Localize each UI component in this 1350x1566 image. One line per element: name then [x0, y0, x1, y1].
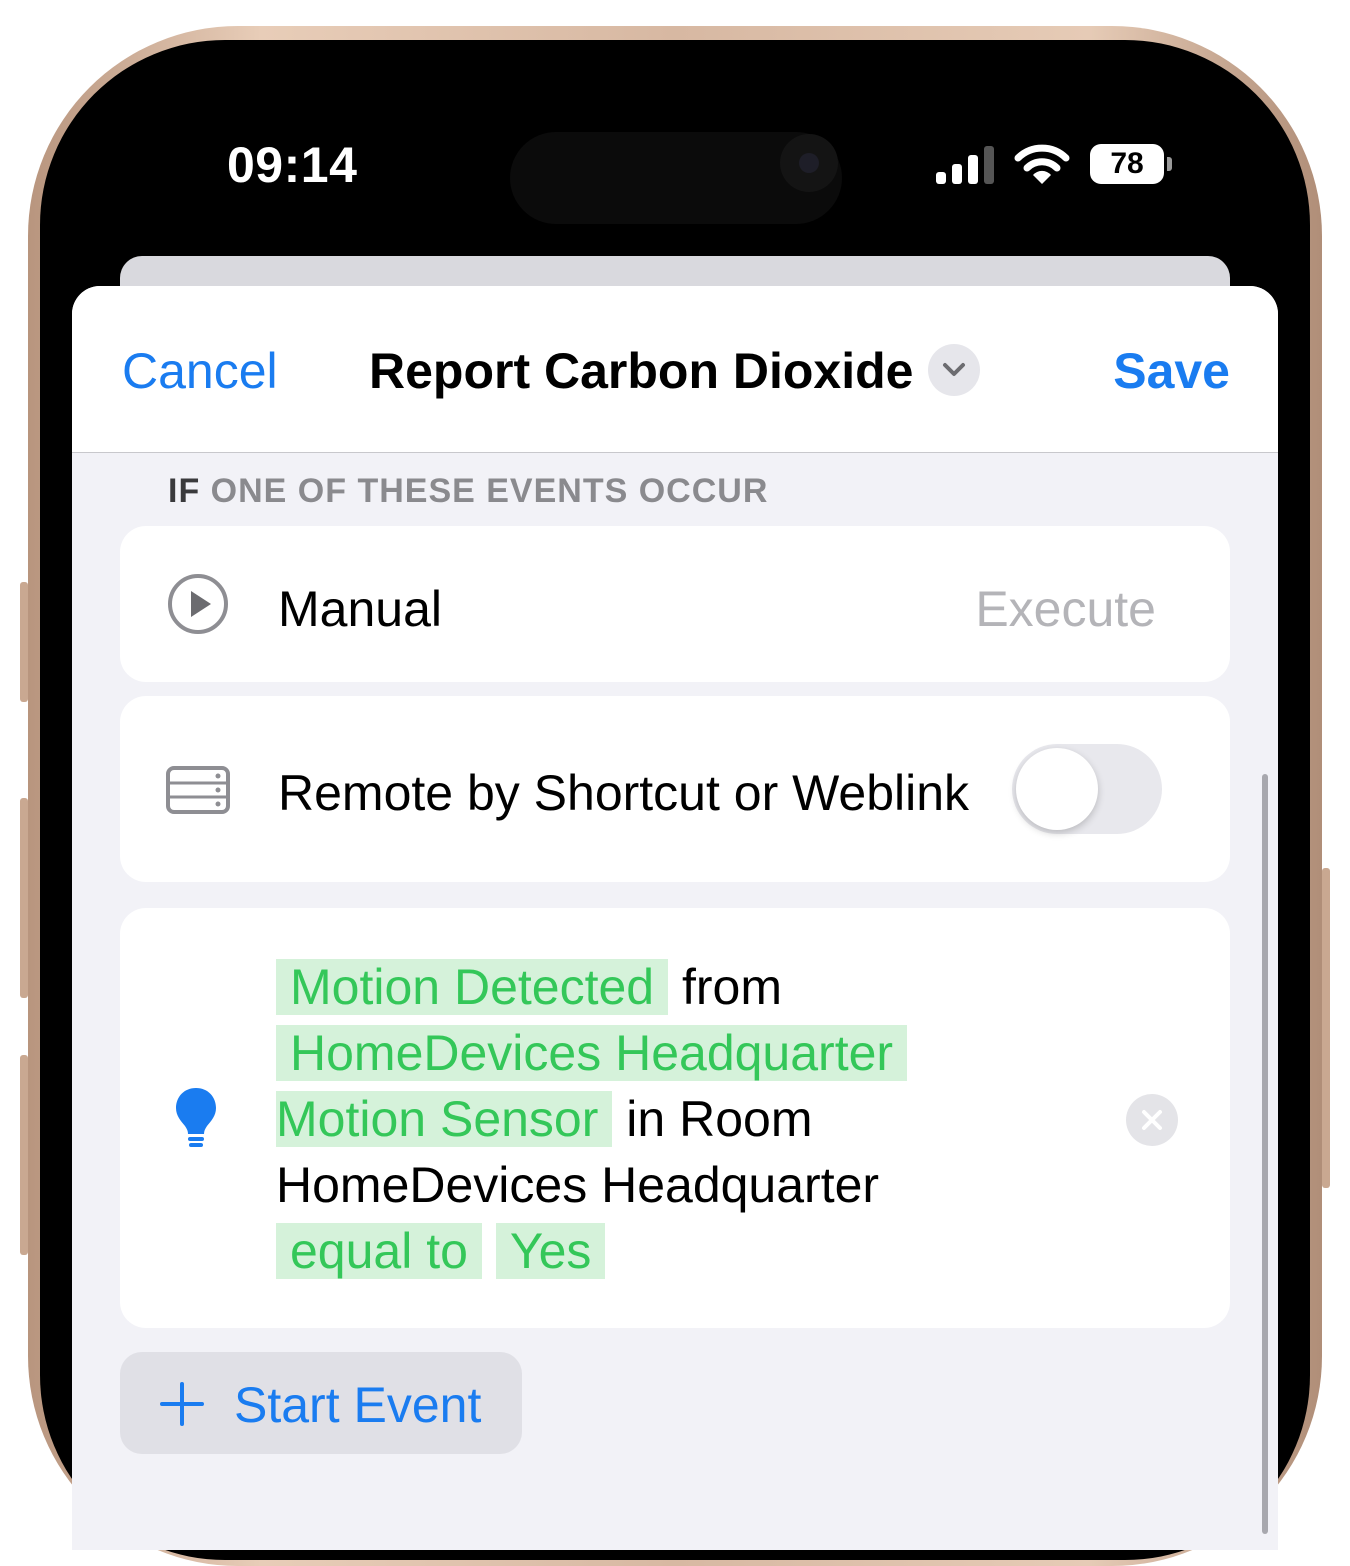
section-header: IF ONE OF THESE EVENTS OCCUR [168, 472, 768, 511]
save-button[interactable]: Save [1113, 342, 1230, 400]
front-camera [780, 134, 838, 192]
status-time: 09:14 [227, 137, 358, 193]
plus-icon [160, 1382, 204, 1426]
page-title[interactable]: Report Carbon Dioxide [369, 342, 913, 400]
wifi-icon [1014, 144, 1070, 184]
volume-up-button [20, 798, 28, 998]
section-header-text: ONE OF THESE EVENTS OCCUR [200, 472, 769, 510]
chevron-down-icon [943, 363, 965, 376]
room-name: HomeDevices Headquarter [276, 1157, 880, 1213]
comparator-token[interactable]: equal to [276, 1223, 482, 1279]
remote-event-label: Remote by Shortcut or Weblink [278, 765, 970, 821]
title-menu-button[interactable] [928, 344, 980, 396]
device-token-line2[interactable]: Motion Sensor [276, 1091, 613, 1147]
volume-down-button [20, 1055, 28, 1255]
motion-event-card[interactable]: Motion Detected from HomeDevices Headqua… [120, 908, 1230, 1328]
from-word: from [682, 959, 782, 1015]
scrollbar[interactable] [1262, 774, 1268, 1534]
battery-percent: 78 [1110, 147, 1144, 180]
execute-button[interactable]: Execute [975, 580, 1156, 638]
manual-event-card[interactable]: Manual Execute [120, 526, 1230, 682]
battery-icon: 78 [1090, 144, 1172, 184]
action-button [20, 582, 28, 702]
trigger-token[interactable]: Motion Detected [276, 959, 669, 1015]
value-token[interactable]: Yes [495, 1223, 606, 1279]
start-event-label: Start Event [234, 1377, 482, 1433]
start-event-button[interactable]: Start Event [120, 1352, 522, 1454]
lightbulb-icon [176, 1088, 216, 1147]
side-button [1322, 868, 1330, 1188]
remote-event-card: Remote by Shortcut or Weblink [120, 696, 1230, 882]
remove-event-button[interactable] [1126, 1094, 1178, 1146]
screen: 09:14 78 Cancel Report Carbon Dioxide Sa… [72, 50, 1278, 1550]
cancel-button[interactable]: Cancel [122, 342, 278, 400]
remote-toggle[interactable] [1012, 744, 1162, 834]
device-token[interactable]: HomeDevices Headquarter [276, 1025, 908, 1081]
manual-event-label: Manual [278, 581, 442, 637]
section-header-if: IF [168, 472, 201, 510]
play-circle-icon [168, 574, 228, 634]
automation-sheet: Cancel Report Carbon Dioxide Save IF ONE… [72, 286, 1278, 1550]
in-room-word: in Room [626, 1091, 813, 1147]
server-icon [166, 766, 230, 814]
cellular-signal-icon [936, 146, 994, 184]
close-icon [1142, 1110, 1162, 1130]
condition-text: Motion Detected from HomeDevices Headqua… [276, 954, 1096, 1284]
navigation-bar: Cancel Report Carbon Dioxide Save [72, 286, 1278, 453]
toggle-knob [1016, 748, 1098, 830]
